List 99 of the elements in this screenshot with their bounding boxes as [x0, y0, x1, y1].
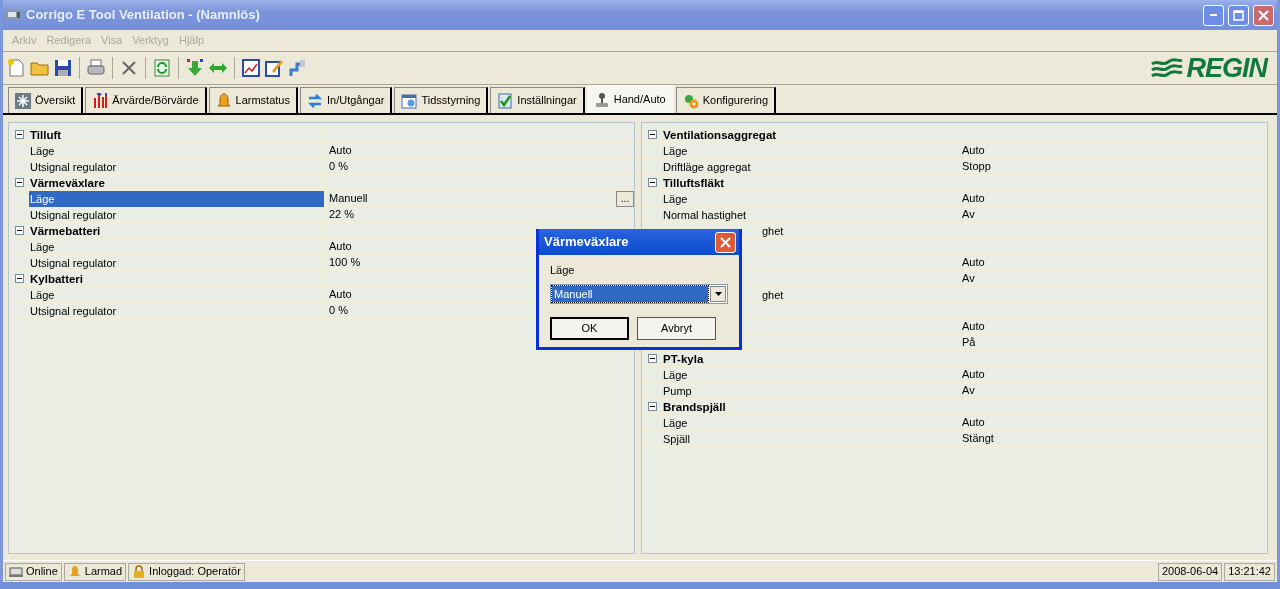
close-button[interactable] [1253, 4, 1274, 26]
printer-icon[interactable] [86, 58, 106, 78]
swap-arrows-icon [307, 92, 323, 109]
gears-icon [682, 92, 699, 109]
collapse-icon[interactable] [14, 226, 24, 235]
checklist-icon [497, 92, 514, 109]
snowflake-icon [15, 92, 31, 109]
close-icon [1258, 9, 1269, 21]
download-arrow-icon[interactable] [185, 58, 205, 78]
collapse-icon[interactable] [14, 178, 24, 187]
property-label[interactable]: Utsignal regulator [30, 256, 117, 269]
property-label[interactable]: Läge [663, 368, 688, 381]
joystick-icon [593, 91, 610, 108]
property-value: Manuell [329, 191, 368, 207]
collapse-icon[interactable] [647, 402, 657, 411]
property-value: 0 % [329, 303, 348, 319]
tab[interactable]: Larmstatus [208, 87, 298, 113]
property-label[interactable]: Utsignal regulator [30, 208, 117, 221]
status-text: Inloggad: Operatör [149, 564, 241, 580]
cancel-button[interactable]: Avbryt [637, 316, 716, 340]
dropdown-arrow-icon [714, 291, 722, 296]
close-icon [720, 236, 731, 248]
tab[interactable]: Översikt [8, 87, 84, 113]
property-label[interactable]: ghet [762, 224, 784, 237]
calendar-icon [401, 92, 418, 109]
property-value: Stängt [962, 431, 994, 447]
collapse-icon[interactable] [647, 178, 657, 187]
property-label[interactable]: Läge [663, 416, 688, 429]
group-heading: Brandspjäll [663, 400, 726, 413]
property-value: Auto [962, 143, 985, 159]
property-value: Av [962, 271, 975, 287]
property-label[interactable]: Läge [30, 288, 55, 301]
collapse-icon[interactable] [647, 354, 657, 363]
property-value: Auto [962, 191, 985, 207]
property-label[interactable]: Spjäll [663, 432, 690, 445]
property-label[interactable]: Läge [663, 144, 688, 157]
app-icon [6, 8, 22, 22]
collapse-icon[interactable] [14, 274, 24, 283]
logo-text: REGIN [1186, 51, 1267, 85]
property-value: Av [962, 207, 975, 223]
group-heading: Värmeväxlare [30, 176, 105, 189]
refresh-icon[interactable] [152, 58, 172, 78]
property-value: På [962, 335, 976, 351]
group-heading: Tilluftsfläkt [663, 176, 725, 189]
property-label[interactable]: Läge [30, 240, 55, 253]
bell-icon [215, 92, 232, 109]
group-heading: PT-kyla [663, 352, 704, 365]
wave-icon [1150, 57, 1185, 79]
property-value: Auto [962, 255, 985, 271]
monitor-icon [9, 564, 23, 579]
tab[interactable]: Konfigurering [675, 87, 777, 113]
status-text: Larmad [84, 564, 123, 580]
tab[interactable]: In/Utgångar [300, 87, 393, 113]
status-time: 13:21:42 [1228, 564, 1271, 580]
property-label[interactable]: ghet [762, 288, 784, 301]
edit-icon[interactable] [264, 58, 284, 78]
padlock-icon [132, 564, 147, 579]
property-label[interactable]: Utsignal regulator [30, 304, 117, 317]
group-heading: Värmebatteri [30, 224, 101, 237]
property-value: 100 % [329, 255, 361, 271]
property-value: Av [962, 383, 975, 399]
dropdown-field[interactable]: Manuell [550, 283, 728, 304]
property-value: Auto [329, 287, 352, 303]
group-heading: Tilluft [30, 128, 62, 141]
property-value: Stopp [962, 159, 991, 175]
property-value: 22 % [329, 207, 355, 223]
property-value: Auto [329, 239, 352, 255]
property-value: Auto [962, 367, 985, 383]
property-value: Auto [962, 415, 985, 431]
save-icon[interactable] [53, 58, 73, 78]
tab[interactable]: Hand/Auto [586, 85, 674, 113]
property-label[interactable]: Normal hastighet [663, 208, 747, 221]
property-value: Auto [329, 143, 352, 159]
property-label[interactable]: Utsignal regulator [30, 160, 117, 173]
collapse-icon[interactable] [647, 130, 657, 139]
status-text: Online [26, 564, 58, 580]
ok-button[interactable]: OK [550, 316, 629, 340]
property-label[interactable]: Läge [30, 144, 55, 157]
minimize-icon [1210, 14, 1217, 16]
dialog-title: Värmeväxlare [544, 233, 629, 252]
collapse-icon[interactable] [14, 130, 24, 139]
tab[interactable]: Ärvärde/Börvärde [85, 87, 207, 113]
chart-icon[interactable] [241, 58, 261, 78]
minimize-button[interactable] [1203, 4, 1224, 26]
tab[interactable]: Inställningar [490, 87, 585, 113]
maximize-button[interactable] [1228, 4, 1249, 26]
window-title: Corrigo E Tool Ventilation - (Namnlös) [26, 6, 260, 25]
property-label[interactable]: Läge [663, 192, 688, 205]
tab[interactable]: Tidsstyrning [394, 87, 489, 113]
status-date: 2008-06-04 [1161, 564, 1219, 580]
close-button[interactable] [715, 231, 736, 253]
maximize-icon [1233, 9, 1244, 21]
property-label[interactable]: Pump [663, 384, 692, 397]
field-label: Läge [550, 263, 576, 278]
group-heading: Ventilationsaggregat [663, 128, 777, 141]
property-value: Auto [962, 319, 985, 335]
property-label[interactable]: Driftläge aggregat [663, 160, 751, 173]
group-heading: Kylbatteri [30, 272, 84, 285]
property-value: 0 % [329, 159, 348, 175]
